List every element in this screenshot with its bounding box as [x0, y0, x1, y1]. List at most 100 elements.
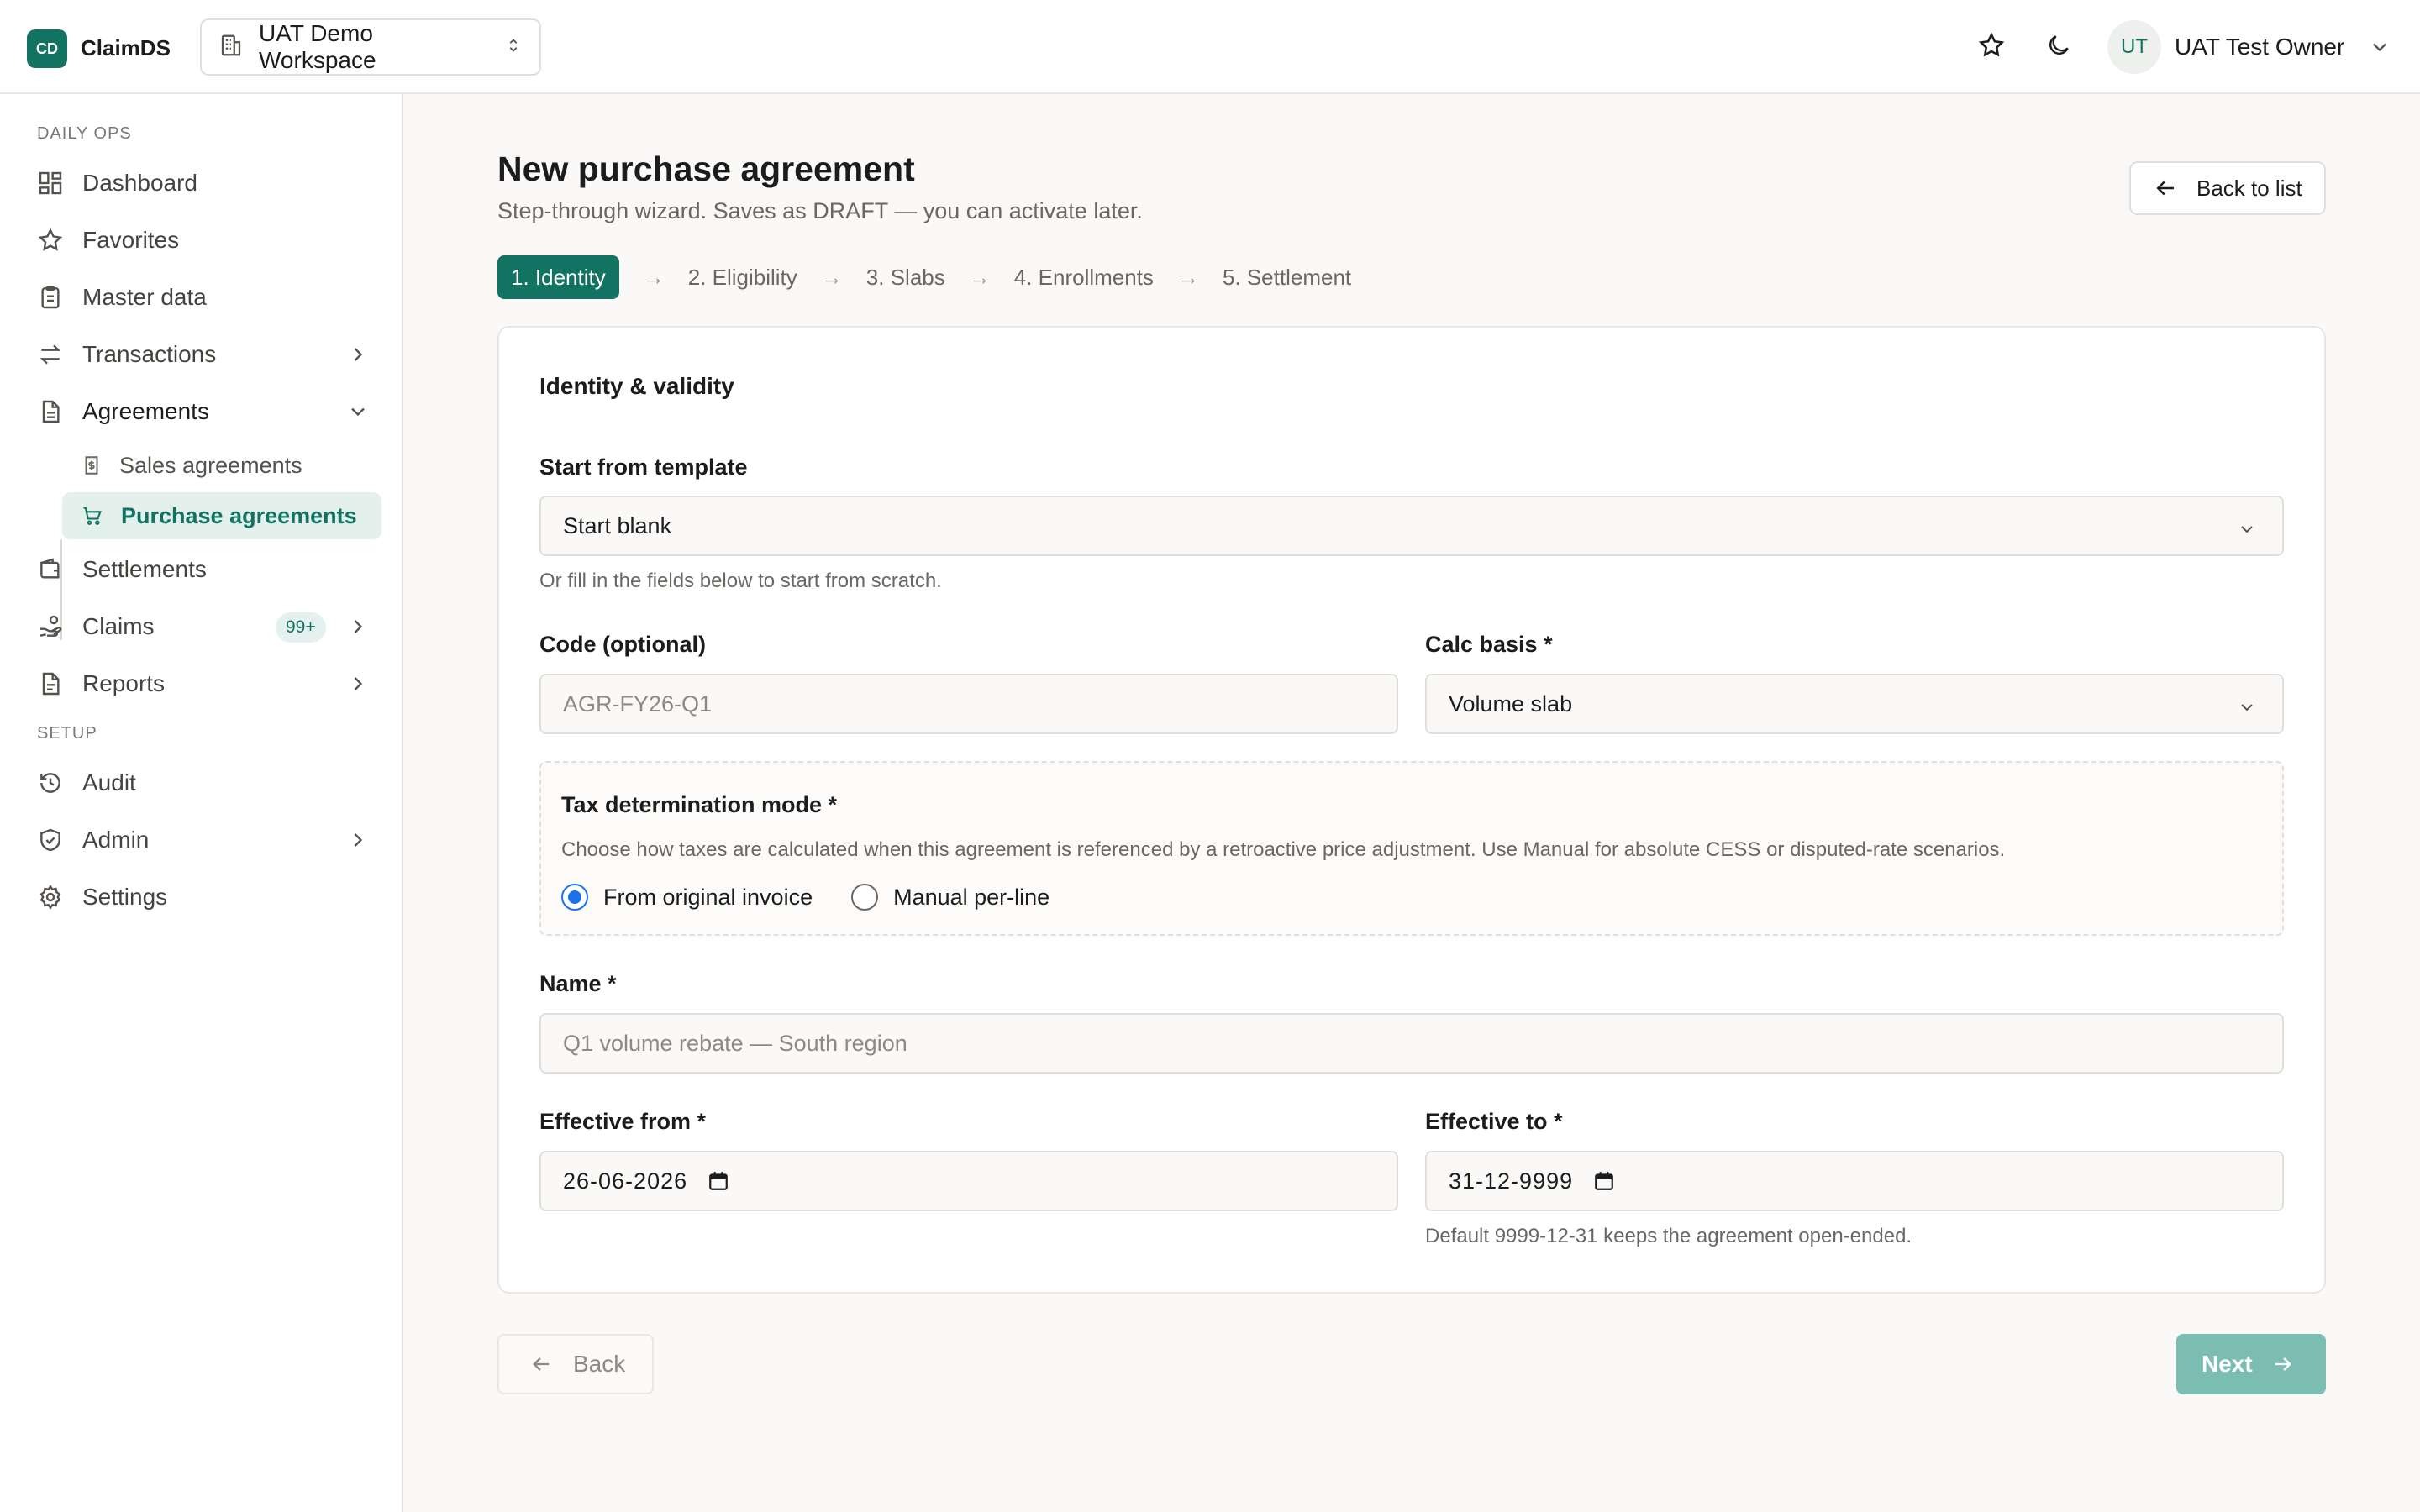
arrow-right-icon [2275, 1357, 2291, 1371]
favorite-star-button[interactable] [1973, 27, 2010, 64]
page-subtitle: Step-through wizard. Saves as DRAFT — yo… [497, 198, 1143, 223]
calc-basis-value: Volume slab [1449, 690, 1573, 717]
next-button-label: Next [2202, 1351, 2253, 1377]
arrow-left-icon [2156, 181, 2174, 196]
document-icon [42, 400, 60, 423]
back-to-list-label: Back to list [2196, 175, 2302, 201]
dashboard-icon [39, 171, 62, 195]
chevron-down-icon [2241, 704, 2253, 711]
building-icon [218, 33, 244, 62]
sidebar-item-label: Sales agreements [119, 452, 302, 478]
claims-count-badge: 99+ [276, 612, 326, 643]
next-button[interactable]: Next [2176, 1334, 2326, 1394]
sidebar-item-admin[interactable]: Admin [37, 816, 370, 864]
step-settlement[interactable]: 5. Settlement [1223, 255, 1351, 299]
step-eligibility[interactable]: 2. Eligibility [688, 255, 797, 299]
sidebar-item-dashboard[interactable]: Dashboard [37, 160, 370, 207]
app-logo[interactable]: CD [27, 29, 67, 68]
arrow-left-icon [533, 1357, 550, 1371]
section-setup: SETUP [37, 724, 97, 743]
tax-mode-label: Tax determination mode * [561, 792, 838, 817]
sidebar-item-label: Transactions [82, 341, 217, 367]
wallet-icon [40, 558, 60, 579]
name-label: Name * [539, 971, 617, 996]
effective-from-label: Effective from * [539, 1109, 707, 1134]
sidebar-item-label: Reports [82, 670, 166, 696]
sidebar-item-label: Agreements [82, 398, 209, 424]
radio-original-invoice-label[interactable]: From original invoice [603, 885, 813, 911]
chevron-up-down-icon [504, 34, 523, 60]
receipt-icon [85, 456, 98, 475]
step-arrow: → [642, 264, 665, 290]
sidebar-item-label: Admin [82, 827, 150, 853]
sidebar-item-label: Settlements [82, 556, 207, 582]
theme-toggle-button[interactable] [2040, 27, 2077, 64]
tax-mode-radio-group: From original invoice Manual per-line [561, 884, 1050, 911]
template-value: Start blank [563, 512, 672, 538]
sidebar-item-label: Claims [82, 613, 155, 639]
effective-from-input[interactable]: 26-06-2026 [539, 1151, 1398, 1211]
chevron-right-icon [354, 833, 363, 847]
template-hint: Or fill in the fields below to start fro… [539, 570, 942, 592]
moon-icon [2049, 35, 2069, 55]
calc-basis-select[interactable]: Volume slab [1425, 674, 2284, 734]
sidebar-item-label: Favorites [82, 227, 180, 253]
effective-to-label: Effective to * [1425, 1109, 1563, 1134]
radio-manual-per-line-label[interactable]: Manual per-line [893, 885, 1050, 911]
hand-coins-icon [39, 615, 62, 637]
sidebar-item-favorites[interactable]: Favorites [37, 217, 370, 264]
code-input[interactable]: AGR-FY26-Q1 [539, 674, 1398, 734]
sidebar-item-label: Settings [82, 884, 168, 910]
user-menu-name[interactable]: UAT Test Owner [2175, 34, 2344, 60]
sidebar-item-label: Master data [82, 284, 207, 310]
sidebar-item-settlements[interactable]: Settlements [37, 546, 370, 593]
page-title: New purchase agreement [497, 150, 915, 188]
name-input[interactable]: Q1 volume rebate — South region [539, 1013, 2284, 1074]
top-bar: CD ClaimDS UAT Demo Workspace UT UAT Tes… [0, 0, 2420, 94]
wizard-stepper: 1. Identity → 2. Eligibility → 3. Slabs … [497, 255, 1351, 299]
sidebar-item-label: Audit [82, 769, 136, 795]
effective-to-input[interactable]: 31-12-9999 [1425, 1151, 2284, 1211]
sidebar-item-sales-agreements[interactable]: Sales agreements [62, 442, 381, 489]
back-button[interactable]: Back [497, 1334, 654, 1394]
sidebar: DAILY OPS Dashboard Favorites Master dat… [0, 94, 403, 1512]
effective-to-value: 31-12-9999 [1449, 1168, 1574, 1194]
workspace-label: UAT Demo Workspace [259, 20, 376, 73]
star-icon [38, 228, 63, 251]
back-to-list-button[interactable]: Back to list [2129, 161, 2326, 215]
sidebar-item-settings[interactable]: Settings [37, 874, 370, 921]
radio-original-invoice[interactable] [561, 884, 588, 911]
sidebar-item-master-data[interactable]: Master data [37, 274, 370, 321]
sidebar-item-claims[interactable]: Claims 99+ [37, 603, 370, 650]
report-icon [42, 672, 60, 696]
step-arrow: → [820, 264, 843, 290]
sidebar-item-transactions[interactable]: Transactions [37, 331, 370, 378]
step-slabs[interactable]: 3. Slabs [866, 255, 945, 299]
template-label: Start from template [539, 454, 748, 480]
workspace-switcher[interactable]: UAT Demo Workspace [200, 18, 541, 76]
gear-icon [39, 885, 61, 910]
template-select[interactable]: Start blank [539, 496, 2284, 556]
tax-mode-hint: Choose how taxes are calculated when thi… [561, 838, 2006, 861]
sidebar-item-purchase-agreements[interactable]: Purchase agreements [62, 492, 381, 539]
step-identity[interactable]: 1. Identity [497, 255, 619, 299]
shield-check-icon [40, 828, 60, 852]
sidebar-item-label: Purchase agreements [121, 502, 357, 528]
chevron-right-icon [354, 620, 363, 633]
chevron-down-icon [351, 407, 365, 417]
app-name[interactable]: ClaimDS [81, 35, 171, 61]
sidebar-item-audit[interactable]: Audit [37, 759, 370, 806]
radio-manual-per-line[interactable] [851, 884, 879, 911]
sidebar-item-reports[interactable]: Reports [37, 660, 370, 707]
cart-icon [83, 507, 102, 525]
calendar-icon[interactable] [708, 1170, 729, 1192]
sidebar-item-agreements[interactable]: Agreements [37, 388, 370, 435]
chevron-down-icon[interactable] [2368, 35, 2391, 63]
calendar-icon[interactable] [1593, 1170, 1615, 1192]
history-icon [40, 773, 60, 793]
chevron-right-icon [354, 677, 363, 690]
step-enrollments[interactable]: 4. Enrollments [1014, 255, 1154, 299]
chevron-right-icon [354, 348, 363, 361]
star-icon [1978, 32, 2005, 57]
avatar[interactable]: UT [2107, 20, 2161, 74]
